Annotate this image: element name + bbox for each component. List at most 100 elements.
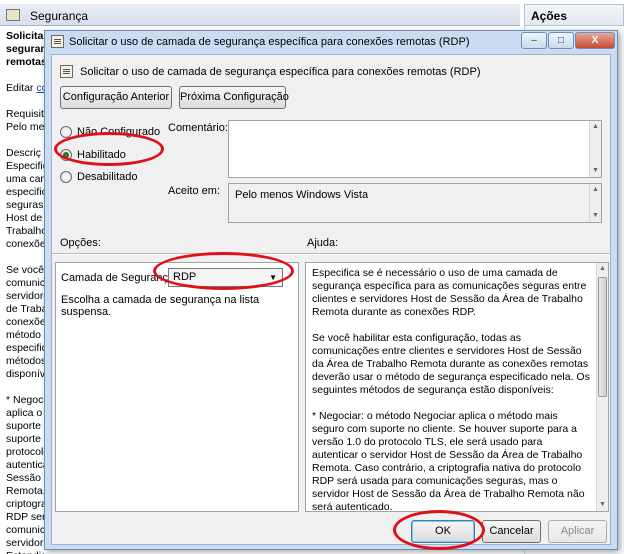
scroll-up-icon[interactable]: ▲ [590,184,601,196]
radio-circle[interactable] [60,126,72,138]
description-line: * Negoci [6,394,44,406]
description-line: Pelo men [6,121,44,133]
description-line [6,69,44,82]
actions-pane-header: Ações [524,4,624,26]
edit-policy-link[interactable]: co [36,82,44,94]
policy-setting-icon [60,65,73,78]
minimize-button[interactable]: – [521,32,547,49]
security-layer-value: RDP [173,271,197,283]
description-line: seguranç [6,43,44,55]
description-line: disponív [6,368,44,380]
description-line: aplica o [6,407,43,419]
options-panel: Camada de Segurança RDP ▼ Escolha a cama… [55,262,299,512]
options-label: Opções: [60,237,101,249]
description-line: métodos [6,355,44,367]
radio-disabled[interactable]: Desabilitado [60,169,138,185]
comment-textarea[interactable]: ▲ ▼ [228,120,602,178]
security-layer-instruction: Escolha a camada de segurança na lista s… [61,294,260,318]
description-line: comunic [6,524,44,536]
description-line: conexões [6,238,44,250]
description-line: método [6,329,42,341]
scroll-down-icon[interactable]: ▼ [590,210,601,222]
description-line: Host de [6,212,43,224]
description-line: protocolo [6,446,44,458]
radio-enabled[interactable]: Habilitado [60,147,126,163]
setting-title: Solicitar o uso de camada de segurança e… [80,66,481,78]
description-line: Requisito [6,108,44,120]
supported-scrollbar[interactable]: ▲ ▼ [589,184,601,222]
cancel-button[interactable]: Cancelar [482,520,541,543]
supported-on-value: Pelo menos Windows Vista [235,189,369,201]
dialog-title: Solicitar o uso de camada de segurança e… [69,36,470,48]
description-line: Sessão d [6,472,44,484]
help-paragraph: Se você habilitar esta configuração, tod… [312,332,590,396]
comment-scrollbar[interactable]: ▲ ▼ [589,121,601,177]
description-line: servidor [6,537,44,549]
dialog-body: Solicitar o uso de camada de segurança e… [51,54,611,545]
radio-circle[interactable] [60,171,72,183]
description-line: autentica [6,459,44,471]
description-line [6,251,44,264]
policy-setting-icon [51,35,64,48]
folder-icon [6,9,20,21]
security-layer-label: Camada de Segurança [61,272,175,284]
section-divider [52,253,610,255]
description-line: Especific [6,160,44,172]
chevron-down-icon[interactable]: ▼ [269,269,277,286]
description-line: Editar co [6,82,44,95]
description-line [6,95,44,108]
help-scrollbar[interactable]: ▲ ▼ [596,263,608,511]
comment-label: Comentário: [168,122,228,134]
policy-dialog: Solicitar o uso de camada de segurança e… [44,30,618,550]
radio-circle[interactable] [60,149,72,161]
description-line: comunic [6,277,44,289]
security-layer-dropdown[interactable]: RDP ▼ [168,268,283,287]
description-line: uma can [6,173,44,185]
description-line: remotas [6,56,44,68]
description-line: Remota. [6,485,44,497]
description-line: servidore [6,290,44,302]
bg-window-title: Segurança [30,9,89,23]
help-label: Ajuda: [307,237,339,249]
description-line: seguras e [6,199,44,211]
description-line [6,134,44,147]
help-text: Especifica se é necessário o uso de uma … [312,267,590,512]
help-paragraph: * Negociar: o método Negociar aplica o m… [312,410,585,512]
description-line: especific [6,186,44,198]
description-line: de Trabal [6,303,44,315]
dialog-titlebar[interactable]: Solicitar o uso de camada de segurança e… [45,31,617,53]
setting-description-pane: Solicitarsegurançremotas Editar co Requisi… [6,30,44,554]
radio-not-configured[interactable]: Não Configurado [60,124,160,140]
scroll-down-icon[interactable]: ▼ [597,499,608,511]
scroll-thumb[interactable] [598,277,607,397]
actions-label: Ações [531,9,568,23]
description-line: Trabalho [6,225,44,237]
scroll-down-icon[interactable]: ▼ [590,165,601,177]
description-line: especific [6,342,44,354]
apply-button[interactable]: Aplicar [548,520,607,543]
supported-on-field: Pelo menos Windows Vista ▲ ▼ [228,183,602,223]
radio-label: Habilitado [77,149,126,161]
ok-button[interactable]: OK [411,520,475,543]
description-line: suporte [6,420,42,432]
bg-titlebar: Segurança [0,4,520,26]
scroll-up-icon[interactable]: ▲ [597,263,608,275]
maximize-button[interactable]: □ [548,32,574,49]
radio-label: Desabilitado [77,171,138,183]
radio-label: Não Configurado [77,126,161,138]
description-line: conexões [6,316,44,328]
next-setting-button[interactable]: Próxima Configuração [179,86,289,109]
description-line: criptogra [6,498,44,510]
close-button[interactable]: X [575,32,615,49]
description-line: Se você [6,264,44,276]
scroll-up-icon[interactable]: ▲ [590,121,601,133]
help-panel: Especifica se é necessário o uso de uma … [305,262,609,512]
description-line: RDP será [6,511,44,523]
help-paragraph: Especifica se é necessário o uso de uma … [312,267,587,318]
previous-setting-button[interactable]: Configuração Anterior [60,86,172,109]
description-line: Estendid [6,550,44,554]
description-line: suporte p [6,433,44,445]
supported-on-label: Aceito em: [168,185,220,197]
description-line [6,381,44,394]
description-line: Descriç [6,147,42,159]
